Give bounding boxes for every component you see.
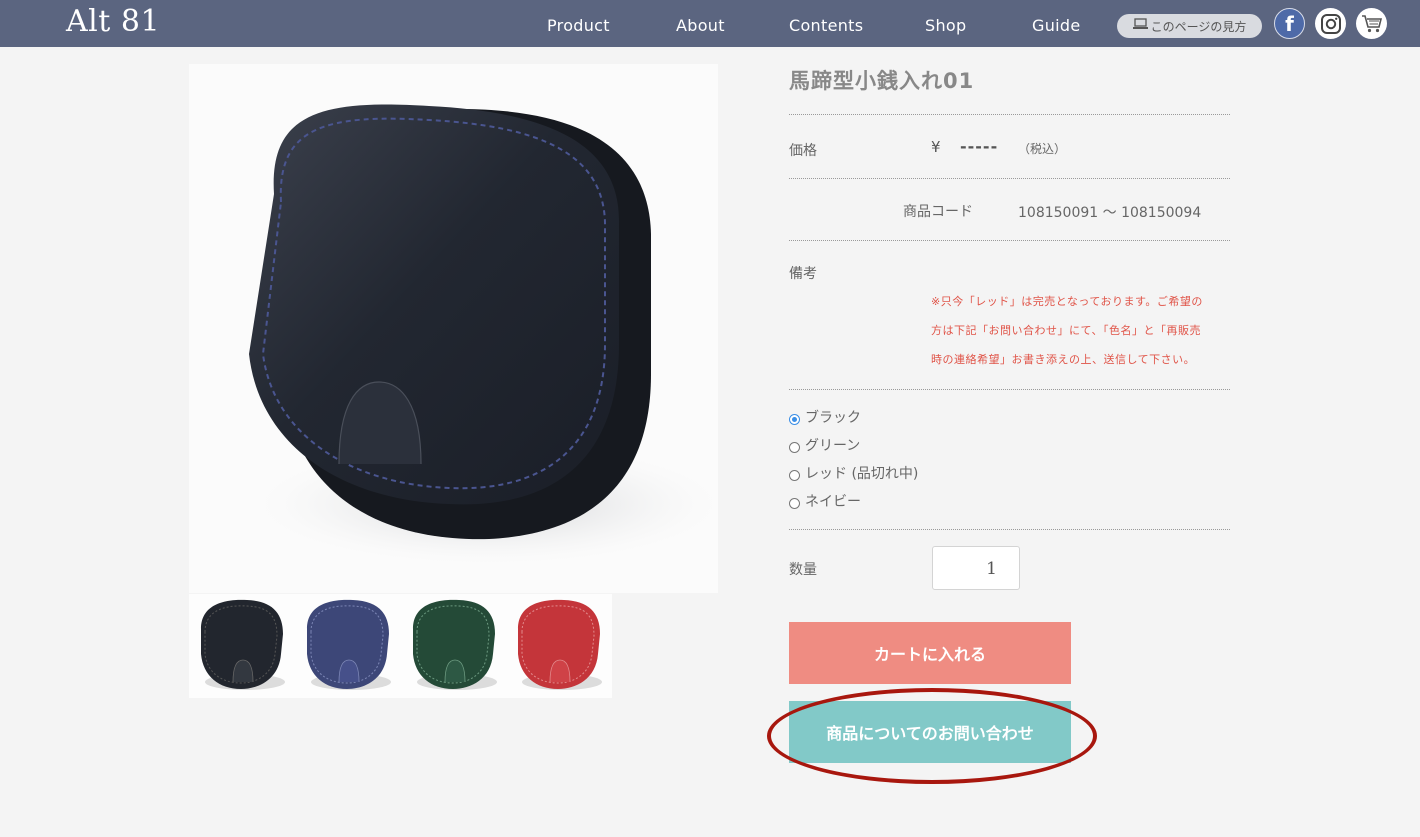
page-guide-label: このページの見方: [1150, 19, 1247, 34]
radio-button[interactable]: [789, 441, 800, 453]
facebook-icon[interactable]: f: [1274, 8, 1305, 39]
instagram-icon[interactable]: [1315, 8, 1346, 39]
thumbnail-navy[interactable]: [295, 594, 401, 698]
radio-button[interactable]: [789, 413, 800, 425]
product-code-label: 商品コード: [903, 204, 973, 220]
nav-about[interactable]: About: [676, 16, 725, 35]
divider: [789, 114, 1230, 115]
remarks-line: ※只今「レッド」は完売となっております。ご希望の: [931, 295, 1203, 308]
color-option-label: グリーン: [805, 438, 861, 454]
color-option-black[interactable]: ブラック: [789, 407, 861, 427]
quantity-label: 数量: [789, 562, 817, 578]
page-guide-button[interactable]: このページの見方: [1117, 14, 1262, 38]
product-main-image: [189, 64, 718, 593]
nav-shop[interactable]: Shop: [925, 16, 966, 35]
quantity-input[interactable]: 1: [932, 546, 1020, 590]
remarks-line: 方は下記「お問い合わせ」にて、「色名」と「再販売: [931, 324, 1201, 337]
price-currency: ¥: [931, 138, 941, 156]
thumbnail-green[interactable]: [401, 594, 507, 698]
color-option-green[interactable]: グリーン: [789, 435, 860, 455]
divider: [789, 529, 1230, 530]
laptop-icon: [1132, 18, 1148, 34]
nav-product[interactable]: Product: [547, 16, 610, 35]
color-option-label: ネイビー: [805, 494, 861, 510]
cart-icon[interactable]: [1356, 8, 1387, 39]
price-label: 価格: [789, 143, 817, 159]
color-option-label: ブラック: [805, 410, 861, 426]
radio-button[interactable]: [789, 469, 800, 481]
thumbnail-red[interactable]: [506, 594, 612, 698]
product-title: 馬蹄型小銭入れ01: [789, 69, 975, 93]
price-value: -----: [960, 137, 999, 156]
remarks-line: 時の連絡希望」お書き添えの上、送信して下さい。: [931, 353, 1196, 366]
color-option-label: レッド (品切れ中): [805, 466, 919, 482]
add-to-cart-button[interactable]: カートに入れる: [789, 622, 1071, 684]
product-code-value: 108150091 〜 108150094: [1018, 205, 1202, 221]
radio-button[interactable]: [789, 497, 800, 509]
divider: [789, 240, 1230, 241]
remarks-label: 備考: [789, 266, 817, 282]
site-header: Alt 81 Product About Contents Shop Guide…: [0, 0, 1420, 47]
color-option-red[interactable]: レッド (品切れ中): [789, 463, 918, 483]
nav-contents[interactable]: Contents: [789, 16, 863, 35]
color-option-navy[interactable]: ネイビー: [789, 491, 861, 511]
tax-note: （税込）: [1018, 142, 1067, 156]
nav-guide[interactable]: Guide: [1032, 16, 1080, 35]
divider: [789, 389, 1230, 390]
highlight-ring: [767, 688, 1097, 784]
thumbnail-black[interactable]: [189, 594, 295, 698]
site-logo[interactable]: Alt 81: [66, 4, 160, 39]
divider: [789, 178, 1230, 179]
remarks-text: ※只今「レッド」は完売となっております。ご希望の 方は下記「お問い合わせ」にて、…: [931, 287, 1231, 374]
